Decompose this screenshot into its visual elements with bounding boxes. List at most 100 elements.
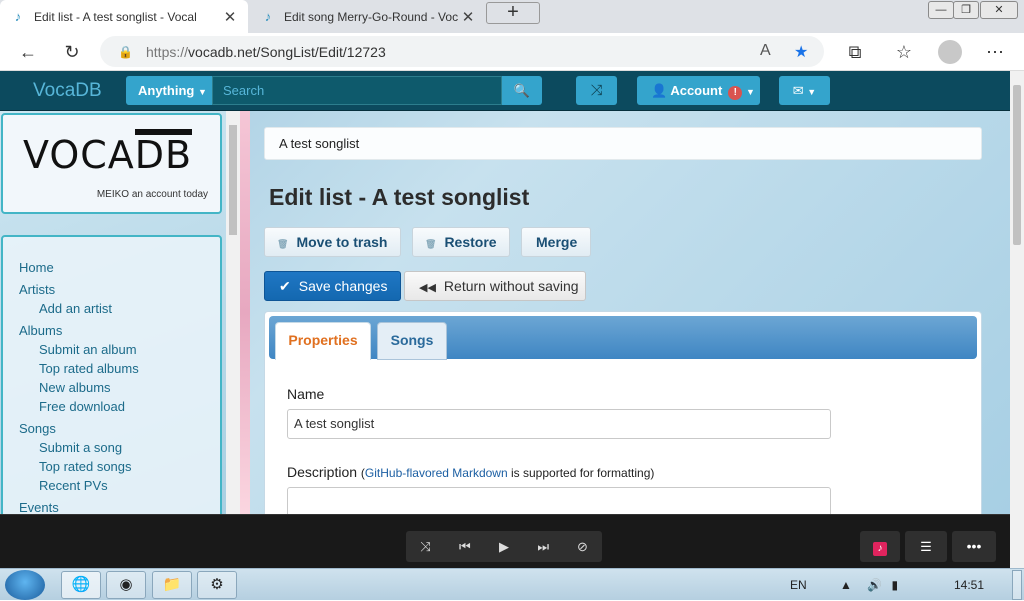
player-service-button[interactable]: ♪ xyxy=(860,531,900,562)
url-scheme: https:// xyxy=(146,43,189,60)
volume-icon[interactable]: 🔊 xyxy=(867,578,882,592)
url-text: vocadb.net/SongList/Edit/12723 xyxy=(188,43,386,60)
caret-down-icon: ▼ xyxy=(807,87,817,97)
sidebar-item-recent-pvs[interactable]: Recent PVs xyxy=(19,476,220,495)
merge-label: Merge xyxy=(536,234,578,250)
sidebar-item-add-artist[interactable]: Add an artist xyxy=(19,299,220,318)
address-bar[interactable]: 🔒 https://vocadb.net/SongList/Edit/12723… xyxy=(100,36,824,67)
site-logo-box[interactable]: VOCADB MEIKO an account today xyxy=(1,113,222,214)
name-label: Name xyxy=(287,386,325,402)
save-changes-button[interactable]: ✔ Save changes xyxy=(264,271,401,301)
back-arrow-icon[interactable]: ← xyxy=(17,41,39,63)
sidebar-item-albums[interactable]: Albums xyxy=(19,321,220,340)
browser-toolbar: ← ↻ 🔒 https://vocadb.net/SongList/Edit/1… xyxy=(0,33,1024,71)
tab-properties[interactable]: Properties xyxy=(275,322,371,360)
search-scope-label: Anything xyxy=(138,83,195,98)
logo-tagline: MEIKO an account today xyxy=(96,189,208,200)
save-changes-label: Save changes xyxy=(298,278,388,294)
caret-down-icon: ▼ xyxy=(745,87,755,97)
sidebar-item-submit-song[interactable]: Submit a song xyxy=(19,438,220,457)
browser-tab-bar: ♪ Edit list - A test songlist - Vocal ✕ … xyxy=(0,0,1024,33)
minimize-button[interactable]: — xyxy=(928,1,954,19)
close-window-button[interactable]: ✕ xyxy=(980,1,1018,19)
new-tab-button[interactable]: + xyxy=(486,2,540,24)
start-button[interactable] xyxy=(5,570,45,600)
sidebar-item-top-rated-songs[interactable]: Top rated songs xyxy=(19,457,220,476)
return-without-saving-button[interactable]: ◀◀ Return without saving xyxy=(404,271,586,301)
edge-app-icon[interactable]: 🌐 xyxy=(61,571,101,599)
site-brand[interactable]: VocaDB xyxy=(33,80,102,102)
language-indicator[interactable]: EN xyxy=(790,578,807,592)
sidebar-item-songs[interactable]: Songs xyxy=(19,419,220,438)
notification-badge: ! xyxy=(728,86,743,100)
account-dropdown[interactable]: 👤 Account! ▼ xyxy=(637,76,760,105)
restore-window-button[interactable]: ❐ xyxy=(953,1,979,19)
sidebar-item-home[interactable]: Home xyxy=(19,258,220,277)
reload-icon[interactable]: ↻ xyxy=(61,41,83,63)
description-field[interactable] xyxy=(287,487,831,514)
name-field[interactable]: A test songlist xyxy=(287,409,831,439)
favorites-icon[interactable]: ☆ xyxy=(893,41,915,63)
previous-track-icon[interactable]: ⏮ xyxy=(445,531,484,562)
page-scrollbar-thumb[interactable] xyxy=(1013,85,1021,245)
chrome-app-icon[interactable]: ◉ xyxy=(106,571,146,599)
tab-header: Properties Songs xyxy=(269,316,977,360)
vocadb-favicon-icon: ♪ xyxy=(264,9,272,24)
sidebar-item-submit-album[interactable]: Submit an album xyxy=(19,340,220,359)
search-input[interactable]: Search xyxy=(212,76,502,105)
player-more-button[interactable]: ••• xyxy=(952,531,996,562)
read-aloud-icon[interactable]: A xyxy=(760,42,771,60)
network-icon[interactable]: ▮ xyxy=(892,578,899,592)
merge-button[interactable]: Merge xyxy=(521,227,591,257)
shuffle-icon: ⤨ xyxy=(590,82,603,99)
file-explorer-icon[interactable]: 📁 xyxy=(152,571,192,599)
browser-tab-title: Edit song Merry-Go-Round - Voc xyxy=(284,9,459,24)
vocadb-logo: VOCADB xyxy=(23,129,193,177)
restore-button[interactable]: 🗑 Restore xyxy=(412,227,510,257)
repeat-off-icon[interactable]: ⊘ xyxy=(563,531,602,562)
markdown-link[interactable]: GitHub-flavored Markdown xyxy=(365,466,508,480)
favorite-star-icon[interactable]: ★ xyxy=(794,42,808,62)
restore-label: Restore xyxy=(444,234,497,250)
show-desktop-button[interactable] xyxy=(1012,570,1022,600)
page-viewport: VocaDB Anything ▼ Search 🔍 ⤨ 👤 Account! … xyxy=(0,71,1010,514)
search-button[interactable]: 🔍 xyxy=(502,76,542,105)
pv-player-bar: ⤨ ⏮ ▶ ⏭ ⊘ ♪ ☰ ••• xyxy=(0,514,1010,568)
more-menu-icon[interactable]: ⋯ xyxy=(984,41,1006,63)
sidebar-item-top-rated-albums[interactable]: Top rated albums xyxy=(19,359,220,378)
player-controls: ⤨ ⏮ ▶ ⏭ ⊘ xyxy=(406,531,602,562)
random-button[interactable]: ⤨ xyxy=(576,76,617,105)
profile-avatar[interactable] xyxy=(938,40,962,64)
extensions-icon[interactable]: ⧉ xyxy=(844,41,866,63)
sidebar: VOCADB MEIKO an account today Home Artis… xyxy=(0,111,226,514)
backward-icon: ◀◀ xyxy=(419,282,436,294)
breadcrumb[interactable]: A test songlist xyxy=(264,127,982,160)
next-track-icon[interactable]: ⏭ xyxy=(524,531,563,562)
sidebar-item-free-download[interactable]: Free download xyxy=(19,397,220,416)
sidebar-scrollbar[interactable] xyxy=(226,111,240,514)
more-icon: ••• xyxy=(966,538,982,554)
browser-tab-active[interactable]: ♪ Edit list - A test songlist - Vocal ✕ xyxy=(0,0,248,33)
sidebar-item-events[interactable]: Events xyxy=(19,498,220,514)
shuffle-icon[interactable]: ⤨ xyxy=(406,531,445,562)
sidebar-item-artists[interactable]: Artists xyxy=(19,280,220,299)
tray-arrow-icon[interactable]: ▲ xyxy=(840,578,852,592)
browser-tab[interactable]: ♪ Edit song Merry-Go-Round - Voc ✕ xyxy=(250,0,486,33)
sidebar-item-new-albums[interactable]: New albums xyxy=(19,378,220,397)
os-taskbar: 🌐 ◉ 📁 ⚙ EN ▲ 🔊 ▮ 14:51 xyxy=(0,568,1024,600)
control-panel-icon[interactable]: ⚙ xyxy=(197,571,237,599)
site-navbar: VocaDB Anything ▼ Search 🔍 ⤨ 👤 Account! … xyxy=(0,71,1010,111)
background-artwork xyxy=(240,111,250,514)
clock[interactable]: 14:51 xyxy=(954,569,984,601)
edit-tab-panel: Properties Songs Name A test songlist De… xyxy=(264,311,982,514)
messages-dropdown[interactable]: ✉ ▼ xyxy=(779,76,830,105)
play-icon[interactable]: ▶ xyxy=(484,531,523,562)
page-scrollbar[interactable] xyxy=(1010,71,1024,568)
tab-songs[interactable]: Songs xyxy=(377,322,447,360)
close-tab-icon[interactable]: ✕ xyxy=(222,8,238,26)
sidebar-scrollbar-thumb[interactable] xyxy=(229,125,237,235)
search-scope-dropdown[interactable]: Anything ▼ xyxy=(126,76,212,105)
move-to-trash-button[interactable]: 🗑 Move to trash xyxy=(264,227,401,257)
playlist-button[interactable]: ☰ xyxy=(905,531,947,562)
close-tab-icon[interactable]: ✕ xyxy=(460,8,476,26)
